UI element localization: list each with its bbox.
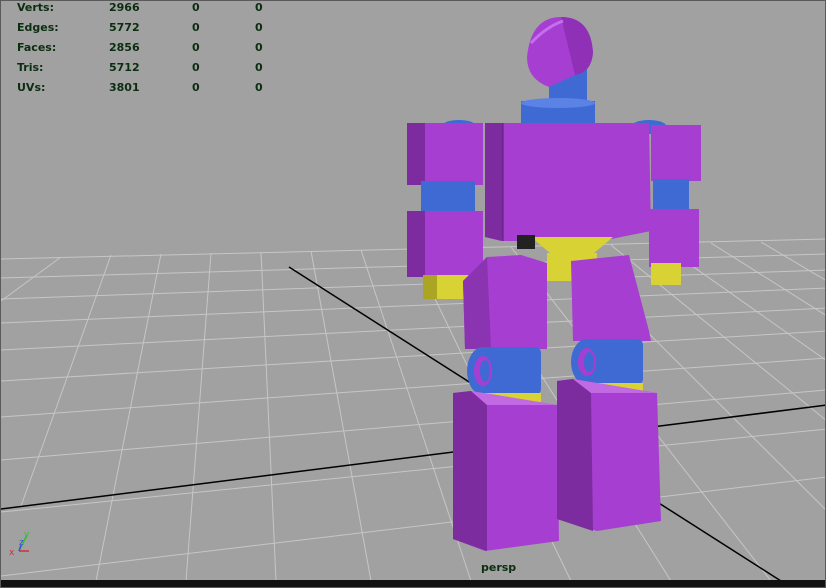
hud-label: UVs: [17, 81, 46, 94]
robot-arm-right[interactable] [649, 125, 701, 285]
hud-label: Edges: [17, 21, 59, 34]
hud-value: 0 [192, 21, 200, 34]
hud-value: 0 [192, 61, 200, 74]
hud-value: 0 [192, 81, 200, 94]
axis-label-y: y [24, 530, 30, 540]
axis-label-x: x [9, 548, 15, 558]
robot-model[interactable] [407, 17, 701, 551]
hud-label: Tris: [17, 61, 44, 74]
hud-row-faces: Faces: 2856 0 0 [17, 41, 277, 61]
hud-value: 0 [192, 41, 200, 54]
hud-value: 5772 [109, 21, 140, 34]
robot-torso[interactable] [485, 123, 651, 241]
hud-value: 0 [255, 61, 263, 74]
hud-value: 0 [255, 21, 263, 34]
hud-value: 2966 [109, 1, 140, 14]
ground-grid [1, 238, 825, 582]
hud-value: 2856 [109, 41, 140, 54]
robot-thigh-left[interactable] [463, 255, 547, 349]
axis-label-z: z [19, 538, 24, 548]
robot-head[interactable] [527, 17, 593, 107]
poly-count-hud: Verts: 2966 0 0 Edges: 5772 0 0 Faces: 2… [17, 1, 277, 101]
hud-label: Verts: [17, 1, 55, 14]
hud-value: 0 [192, 1, 200, 14]
robot-knee-left[interactable] [467, 347, 541, 395]
robot-neck[interactable] [521, 98, 595, 125]
hud-row-uvs: UVs: 3801 0 0 [17, 81, 277, 101]
hud-label: Faces: [17, 41, 57, 54]
robot-foot-left[interactable] [453, 391, 559, 551]
robot-knee-right[interactable] [571, 339, 643, 385]
hud-value: 5712 [109, 61, 140, 74]
hud-row-tris: Tris: 5712 0 0 [17, 61, 277, 81]
hud-value: 0 [255, 41, 263, 54]
viewport-bottom-bar [1, 580, 825, 587]
3d-viewport[interactable]: Verts: 2966 0 0 Edges: 5772 0 0 Faces: 2… [0, 0, 826, 588]
camera-name-label: persp [481, 561, 517, 574]
hud-value: 0 [255, 1, 263, 14]
hud-value: 3801 [109, 81, 140, 94]
robot-foot-right[interactable] [557, 379, 661, 531]
hud-value: 0 [255, 81, 263, 94]
view-axis-gizmo-icon: x y z [9, 530, 30, 558]
